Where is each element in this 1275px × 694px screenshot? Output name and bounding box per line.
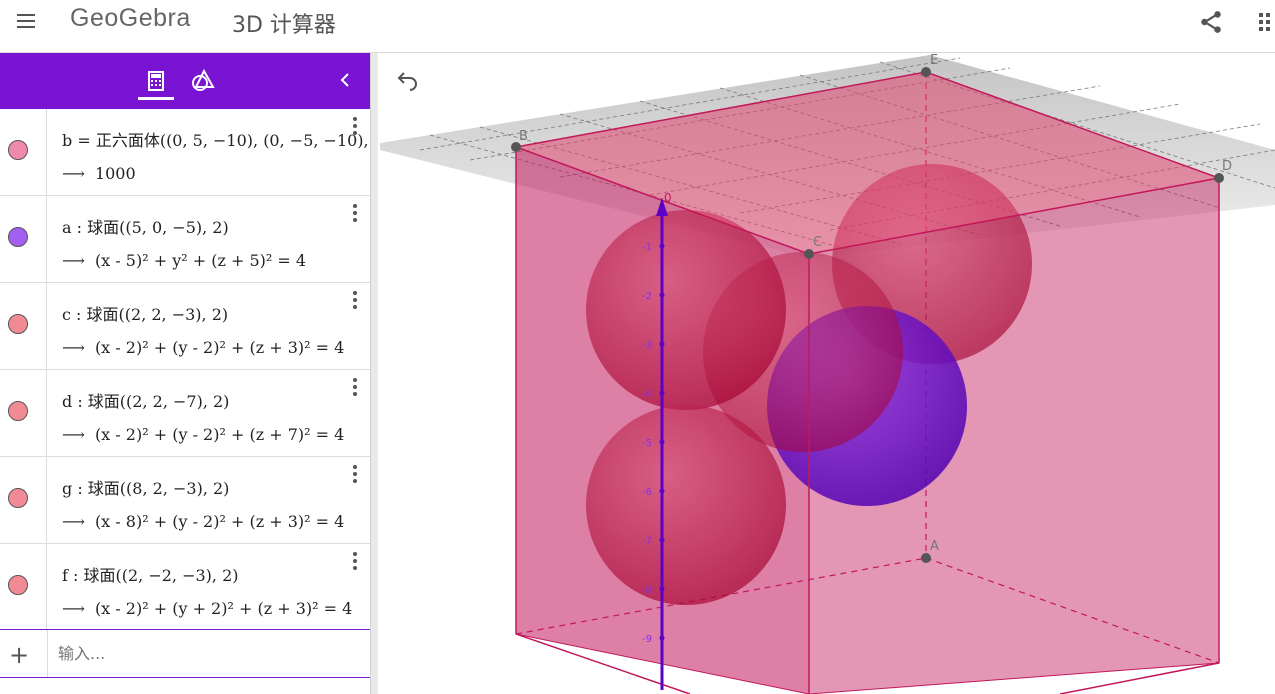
axis-tick <box>659 243 665 249</box>
visibility-toggle[interactable] <box>8 314 28 334</box>
output-arrow: ⟶ <box>62 599 85 618</box>
algebra-row[interactable]: f : 球面((2, −2, −3), 2) ⟶ (x - 2)² + (y + 2… <box>0 544 370 631</box>
app-title: 3D 计算器 <box>232 13 336 38</box>
algebra-input-row: + <box>0 629 370 678</box>
algebra-input[interactable] <box>58 639 358 667</box>
visibility-toggle[interactable] <box>8 488 28 508</box>
add-icon[interactable]: + <box>9 641 29 669</box>
panel-splitter[interactable] <box>370 53 378 694</box>
axis-tick-label: -5 <box>642 438 652 449</box>
axis-tick-label: -4 <box>642 389 652 400</box>
input-area <box>47 630 370 677</box>
output-arrow: ⟶ <box>62 251 85 270</box>
axis-tick-label: -8 <box>642 585 652 596</box>
menu-icon[interactable] <box>13 10 39 32</box>
marble-area <box>0 196 47 282</box>
more-vert-icon[interactable] <box>349 376 361 398</box>
calculator-icon[interactable] <box>138 65 174 101</box>
axis-tick-label: -6 <box>642 487 652 498</box>
axis-tick-label: -1 <box>642 242 652 253</box>
visibility-toggle[interactable] <box>8 140 28 160</box>
sphere-c <box>586 210 786 410</box>
row-output-value: (x - 2)² + (y + 2)² + (z + 3)² = 4 <box>94 599 353 618</box>
row-definition[interactable]: c : 球面((2, 2, −3), 2) <box>62 301 370 325</box>
row-output: ⟶ (x - 8)² + (y - 2)² + (z + 3)² = 4 <box>62 512 344 531</box>
output-arrow: ⟶ <box>62 425 85 444</box>
algebra-row[interactable]: b = 正六面体((0, 5, −10), (0, −5, −10), (10 ⟶… <box>0 109 370 196</box>
algebra-row[interactable]: c : 球面((2, 2, −3), 2) ⟶ (x - 2)² + (y - 2)… <box>0 283 370 370</box>
output-arrow: ⟶ <box>62 512 85 531</box>
row-output-value: (x - 5)² + y² + (z + 5)² = 4 <box>94 251 307 270</box>
visibility-toggle[interactable] <box>8 401 28 421</box>
sphere-d <box>586 405 786 605</box>
marble-area <box>0 109 47 195</box>
more-vert-icon[interactable] <box>349 550 361 572</box>
row-definition[interactable]: a : 球面((5, 0, −5), 2) <box>62 214 370 238</box>
row-definition[interactable]: d : 球面((2, 2, −7), 2) <box>62 388 370 412</box>
marble-area <box>0 283 47 369</box>
marble-area <box>0 544 47 630</box>
axis-tick <box>659 488 665 494</box>
share-icon[interactable] <box>1198 9 1224 35</box>
row-output-value: (x - 2)² + (y - 2)² + (z + 3)² = 4 <box>94 338 345 357</box>
apps-grid-icon[interactable] <box>1259 11 1273 33</box>
algebra-row[interactable]: g : 球面((8, 2, −3), 2) ⟶ (x - 8)² + (y - 2)… <box>0 457 370 544</box>
app-header: GeoGebra 3D 计算器 <box>0 0 1275 53</box>
output-arrow: ⟶ <box>62 338 85 357</box>
active-tab-indicator <box>138 97 174 100</box>
axis-tick-label: -2 <box>642 291 652 302</box>
output-arrow: ⟶ <box>62 164 85 183</box>
more-vert-icon[interactable] <box>349 289 361 311</box>
axis-tick <box>659 635 665 641</box>
marble-area <box>0 457 47 543</box>
axis-tick <box>659 537 665 543</box>
undo-icon[interactable] <box>392 70 420 94</box>
axis-tick-label: -7 <box>642 536 652 547</box>
axis-tick-label: -9 <box>642 634 652 645</box>
chevron-left-icon[interactable] <box>337 71 355 89</box>
scene-3d[interactable]: -1 -2 -3 -4 -5 -6 -7 -8 -9 0 B E D C A <box>378 53 1275 694</box>
row-output-value: (x - 8)² + (y - 2)² + (z + 3)² = 4 <box>94 512 345 531</box>
panel-toolbar <box>0 53 370 109</box>
point-label: E <box>930 53 938 68</box>
visibility-toggle[interactable] <box>8 575 28 595</box>
algebra-row[interactable]: d : 球面((2, 2, −7), 2) ⟶ (x - 2)² + (y - 2)… <box>0 370 370 457</box>
axis-tick <box>659 439 665 445</box>
geogebra-logo: GeoGebra <box>70 4 191 32</box>
algebra-panel: b = 正六面体((0, 5, −10), (0, −5, −10), (10 ⟶… <box>0 53 370 694</box>
point-label: C <box>813 235 822 250</box>
marble-area <box>0 370 47 456</box>
more-vert-icon[interactable] <box>349 115 361 137</box>
row-output: ⟶ (x - 2)² + (y - 2)² + (z + 3)² = 4 <box>62 338 344 357</box>
row-definition[interactable]: f : 球面((2, −2, −3), 2) <box>62 562 370 586</box>
axis-tick <box>659 292 665 298</box>
visibility-toggle[interactable] <box>8 227 28 247</box>
axis-tick-label: -3 <box>642 340 652 351</box>
geometry-tools-icon[interactable] <box>190 67 216 93</box>
row-output-value: (x - 2)² + (y - 2)² + (z + 7)² = 4 <box>94 425 345 444</box>
row-output: ⟶ (x - 2)² + (y - 2)² + (z + 7)² = 4 <box>62 425 344 444</box>
point-label: B <box>519 129 528 144</box>
more-vert-icon[interactable] <box>349 202 361 224</box>
graphics-3d-view[interactable]: -1 -2 -3 -4 -5 -6 -7 -8 -9 0 B E D C A <box>378 53 1275 694</box>
axis-tick <box>659 586 665 592</box>
axis-tick <box>659 390 665 396</box>
row-definition[interactable]: b = 正六面体((0, 5, −10), (0, −5, −10), (10 <box>62 127 370 151</box>
row-definition[interactable]: g : 球面((8, 2, −3), 2) <box>62 475 370 499</box>
row-output: ⟶ (x - 5)² + y² + (z + 5)² = 4 <box>62 251 306 270</box>
axis-origin-label: 0 <box>664 191 672 205</box>
more-vert-icon[interactable] <box>349 463 361 485</box>
row-output-value: 1000 <box>94 164 136 183</box>
point-label: A <box>930 539 939 554</box>
point-label: D <box>1222 159 1232 174</box>
row-output: ⟶ 1000 <box>62 164 136 183</box>
algebra-list: b = 正六面体((0, 5, −10), (0, −5, −10), (10 ⟶… <box>0 109 370 631</box>
axis-tick <box>659 341 665 347</box>
algebra-row[interactable]: a : 球面((5, 0, −5), 2) ⟶ (x - 5)² + y² + (z… <box>0 196 370 283</box>
row-output: ⟶ (x - 2)² + (y + 2)² + (z + 3)² = 4 <box>62 599 352 618</box>
